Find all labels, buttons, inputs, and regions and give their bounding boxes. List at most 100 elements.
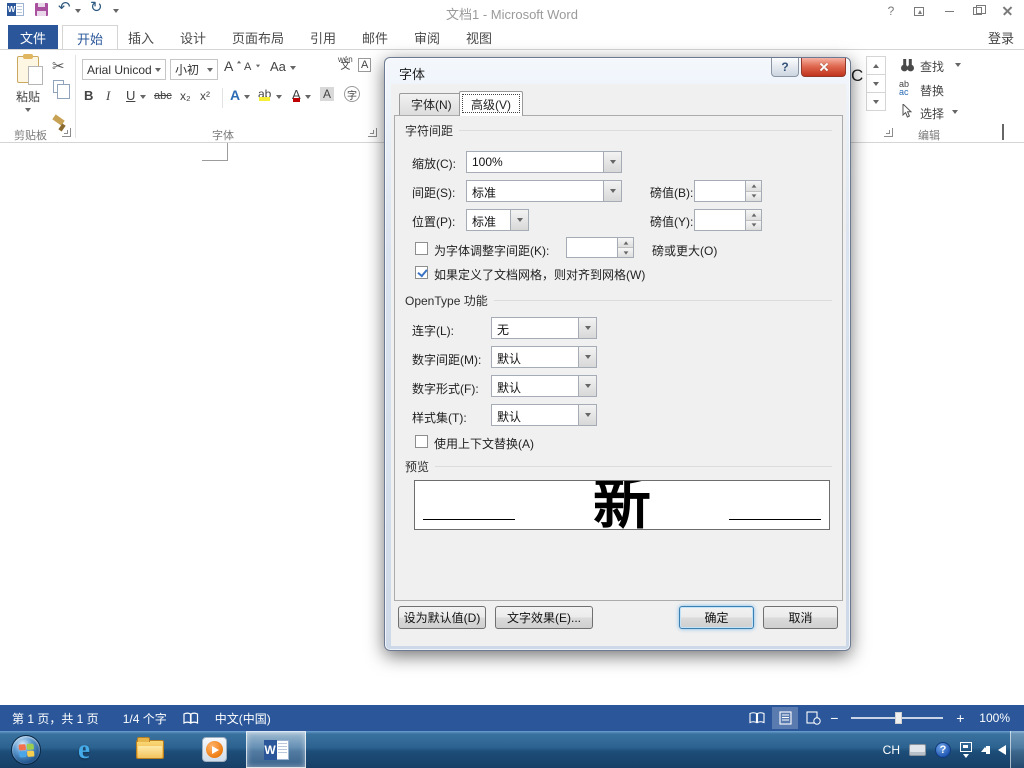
dialog-tab-font[interactable]: 字体(N) xyxy=(399,93,464,115)
enclose-characters-button[interactable]: 字 xyxy=(344,86,360,102)
spin-down-icon[interactable] xyxy=(746,191,761,201)
tab-references[interactable]: 引用 xyxy=(296,25,350,50)
shrink-font-button[interactable]: A xyxy=(244,61,251,73)
proofing-icon[interactable] xyxy=(183,712,199,725)
subscript-button[interactable]: x₂ xyxy=(180,89,191,103)
number-forms-combobox[interactable]: 默认 xyxy=(491,375,597,397)
find-button[interactable]: 查找 xyxy=(920,58,944,75)
cut-icon[interactable]: ✂ xyxy=(52,57,65,75)
spin-up-icon[interactable] xyxy=(618,238,633,248)
stylistic-sets-combobox[interactable]: 默认 xyxy=(491,404,597,426)
tab-design[interactable]: 设计 xyxy=(166,25,220,50)
styles-dialog-launcher[interactable] xyxy=(884,128,893,137)
tray-help-icon[interactable]: ? xyxy=(935,741,951,758)
number-spacing-combobox[interactable]: 默认 xyxy=(491,346,597,368)
chevron-down-icon[interactable] xyxy=(578,376,596,396)
find-dropdown-icon[interactable] xyxy=(955,63,961,67)
dialog-help-button[interactable]: ? xyxy=(771,58,799,77)
print-layout-button[interactable] xyxy=(772,707,799,729)
italic-button[interactable]: I xyxy=(106,88,110,104)
show-desktop-button[interactable] xyxy=(1010,731,1024,768)
styles-more-button[interactable] xyxy=(866,92,886,111)
spin-up-icon[interactable] xyxy=(746,210,761,221)
ligatures-combobox[interactable]: 无 xyxy=(491,317,597,339)
chevron-down-icon[interactable] xyxy=(151,60,165,79)
text-effects-dropdown-icon[interactable] xyxy=(244,95,250,99)
chevron-down-icon[interactable] xyxy=(603,181,621,201)
select-dropdown-icon[interactable] xyxy=(952,110,958,114)
zoom-out-button[interactable]: − xyxy=(827,710,841,726)
volume-icon[interactable] xyxy=(986,744,1006,755)
restore-button[interactable] xyxy=(966,3,988,19)
sign-in-link[interactable]: 登录 xyxy=(988,28,1014,47)
by-b-spinner[interactable] xyxy=(694,180,762,202)
dialog-close-button[interactable] xyxy=(801,58,846,77)
contextual-alternates-checkbox[interactable] xyxy=(415,435,428,448)
keyboard-icon[interactable] xyxy=(909,743,926,756)
collapse-ribbon-button[interactable] xyxy=(1002,124,1004,140)
paste-dropdown-icon[interactable] xyxy=(25,108,31,112)
tray-language[interactable]: CH xyxy=(883,743,900,757)
taskbar-word-active[interactable]: W xyxy=(246,731,306,768)
position-combobox[interactable]: 标准 xyxy=(466,209,529,231)
styles-scroll-up-button[interactable] xyxy=(866,56,886,75)
spacing-combobox[interactable]: 标准 xyxy=(466,180,622,202)
start-button[interactable] xyxy=(6,731,46,768)
chevron-down-icon[interactable] xyxy=(510,210,528,230)
tab-view[interactable]: 视图 xyxy=(452,25,506,50)
tab-page-layout[interactable]: 页面布局 xyxy=(218,25,298,50)
spin-up-icon[interactable] xyxy=(746,181,761,192)
grow-font-button[interactable]: A xyxy=(224,58,233,74)
web-layout-button[interactable] xyxy=(800,707,826,729)
taskbar-file-explorer[interactable] xyxy=(128,731,172,768)
text-effects-button[interactable]: 文字效果(E)... xyxy=(495,606,593,629)
kerning-spinner[interactable] xyxy=(566,237,634,258)
tab-file[interactable]: 文件 xyxy=(8,25,58,50)
strikethrough-button[interactable]: abc xyxy=(154,90,172,102)
language-indicator[interactable]: 中文(中国) xyxy=(203,710,283,727)
page-info[interactable]: 第 1 页，共 1 页 xyxy=(0,710,111,727)
set-as-default-button[interactable]: 设为默认值(D) xyxy=(398,606,486,629)
minimize-button[interactable] xyxy=(938,3,960,19)
zoom-slider-thumb[interactable] xyxy=(895,712,903,724)
taskbar-internet-explorer[interactable]: e xyxy=(62,731,106,768)
taskbar-media-player[interactable] xyxy=(192,731,236,768)
clipboard-dialog-launcher[interactable] xyxy=(62,128,71,137)
snap-to-grid-checkbox[interactable] xyxy=(415,266,428,279)
phonetic-guide-button[interactable]: wén 文 xyxy=(338,56,353,72)
chevron-down-icon[interactable] xyxy=(578,347,596,367)
tab-home[interactable]: 开始 xyxy=(62,25,119,50)
font-size-combobox[interactable]: 小初 xyxy=(170,59,218,80)
read-mode-button[interactable] xyxy=(744,707,770,729)
zoom-in-button[interactable]: + xyxy=(953,710,967,726)
help-button[interactable]: ? xyxy=(880,3,902,19)
highlight-dropdown-icon[interactable] xyxy=(276,95,282,99)
character-border-button[interactable]: A xyxy=(358,58,372,72)
font-dialog-launcher[interactable] xyxy=(368,128,377,137)
underline-button[interactable]: U xyxy=(126,88,135,103)
select-button[interactable]: 选择 xyxy=(920,105,944,122)
font-name-combobox[interactable]: Arial Unicod xyxy=(82,59,166,80)
tab-mailings[interactable]: 邮件 xyxy=(348,25,402,50)
ribbon-display-options-button[interactable] xyxy=(908,3,930,19)
highlight-button[interactable]: ab xyxy=(258,87,271,101)
font-color-button[interactable]: A xyxy=(292,87,301,102)
chevron-down-icon[interactable] xyxy=(603,152,621,172)
cancel-button[interactable]: 取消 xyxy=(763,606,838,629)
zoom-slider[interactable] xyxy=(851,712,944,724)
zoom-level[interactable]: 100% xyxy=(967,711,1024,725)
chevron-down-icon[interactable] xyxy=(203,60,217,79)
chevron-down-icon[interactable] xyxy=(578,318,596,338)
dialog-tab-advanced[interactable]: 高级(V) xyxy=(459,91,523,116)
word-count[interactable]: 1/4 个字 xyxy=(111,710,179,727)
copy-icon[interactable] xyxy=(53,80,70,99)
styles-scroll-down-button[interactable] xyxy=(866,74,886,93)
font-color-dropdown-icon[interactable] xyxy=(305,95,311,99)
close-button[interactable] xyxy=(996,3,1018,19)
spin-down-icon[interactable] xyxy=(746,220,761,230)
by-y-spinner[interactable] xyxy=(694,209,762,231)
tab-review[interactable]: 审阅 xyxy=(400,25,454,50)
superscript-button[interactable]: x² xyxy=(200,89,210,103)
character-shading-button[interactable]: A xyxy=(320,87,335,101)
scale-combobox[interactable]: 100% xyxy=(466,151,622,173)
